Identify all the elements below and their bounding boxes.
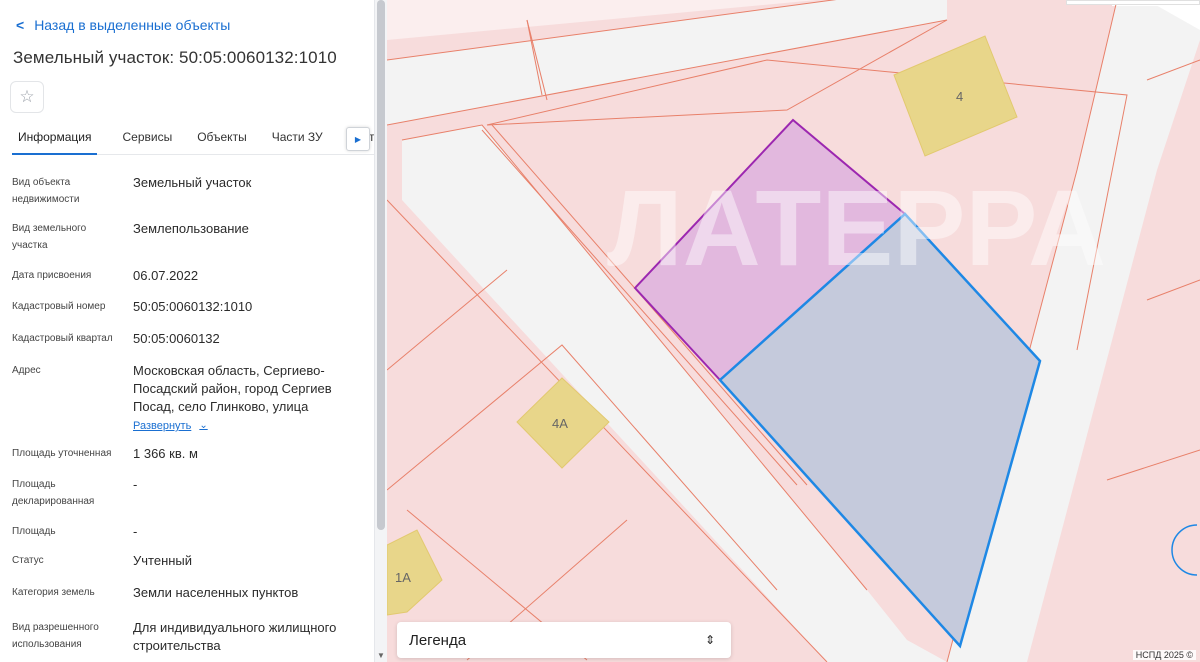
- property-label: Площадь: [12, 526, 56, 537]
- favorite-button[interactable]: ☆: [10, 81, 44, 113]
- page-title: Земельный участок: 50:05:0060132:1010: [13, 48, 337, 67]
- property-value: Московская область, Сергиево-Посадский р…: [133, 362, 365, 435]
- back-link[interactable]: < Назад в выделенные объекты: [16, 17, 230, 33]
- property-value: 50:05:0060132: [133, 331, 220, 346]
- legend-label: Легенда: [409, 631, 467, 649]
- watermark: ЛАТЕРРА: [607, 167, 1106, 288]
- tabs-scroll-right-button[interactable]: ▶: [346, 127, 370, 151]
- building-label: 1А: [395, 570, 411, 585]
- property-label: Статус: [12, 555, 44, 566]
- property-label: Вид объекта недвижимости: [12, 177, 80, 205]
- property-value: -: [133, 524, 138, 539]
- property-label: Адрес: [12, 365, 41, 376]
- property-value: 1 366 кв. м: [133, 446, 198, 461]
- panel-scrollbar[interactable]: ▼: [374, 0, 387, 662]
- tab-services[interactable]: Сервисы: [122, 123, 172, 155]
- cadastral-map[interactable]: 4 4А 1А ЛАТЕРРА: [387, 0, 1200, 662]
- star-icon: ☆: [19, 87, 35, 106]
- building-label: 4А: [552, 416, 568, 431]
- expand-label: Развернуть: [133, 420, 192, 432]
- object-info-panel: < Назад в выделенные объекты Земельный у…: [0, 0, 374, 662]
- property-value: -: [133, 477, 138, 492]
- unfold-icon: ⇕: [704, 633, 715, 647]
- property-value: Земельный участок: [133, 175, 252, 190]
- property-value: Землепользование: [133, 221, 249, 236]
- property-value: Учтенный: [133, 553, 193, 568]
- chevron-down-icon: ⌄: [199, 420, 208, 431]
- property-label: Площадь декларированная: [12, 479, 95, 507]
- property-label: Категория земель: [12, 587, 95, 598]
- tab-bar: Информация Сервисы Объекты Части ЗУ Сост…: [12, 123, 374, 155]
- property-value: 50:05:0060132:1010: [133, 299, 253, 314]
- address-text: Московская область, Сергиево-Посадский р…: [133, 363, 332, 414]
- map-attribution: НСПД 2025 ©: [1132, 650, 1196, 660]
- property-label: Вид разрешенного использования: [12, 622, 99, 650]
- chevron-left-icon: <: [16, 17, 25, 33]
- property-label: Площадь уточненная: [12, 448, 112, 459]
- property-label: Дата присвоения: [12, 270, 92, 281]
- property-label: Вид земельного участка: [12, 223, 87, 251]
- scrollbar-thumb[interactable]: [377, 0, 385, 530]
- legend-dropdown[interactable]: Легенда ⇕: [397, 622, 731, 658]
- property-value: 06.07.2022: [133, 268, 199, 283]
- caret-right-icon: ▶: [354, 134, 362, 144]
- property-value: Земли населенных пунктов: [133, 585, 299, 600]
- tab-parts[interactable]: Части ЗУ: [272, 123, 323, 155]
- property-label: Кадастровый номер: [12, 301, 106, 312]
- tab-objects[interactable]: Объекты: [197, 123, 247, 155]
- back-link-label: Назад в выделенные объекты: [34, 17, 231, 33]
- map-canvas: 4 4А 1А ЛАТЕРРА: [387, 0, 1200, 662]
- property-label: Кадастровый квартал: [12, 333, 113, 344]
- property-value: Для индивидуального жилищного строительс…: [133, 620, 337, 653]
- building-label: 4: [956, 89, 963, 104]
- expand-address-link[interactable]: Развернуть ⌄: [133, 417, 208, 435]
- map-top-control[interactable]: [1066, 0, 1200, 5]
- tab-info[interactable]: Информация: [12, 123, 98, 155]
- scroll-down-arrow-icon[interactable]: ▼: [377, 651, 385, 660]
